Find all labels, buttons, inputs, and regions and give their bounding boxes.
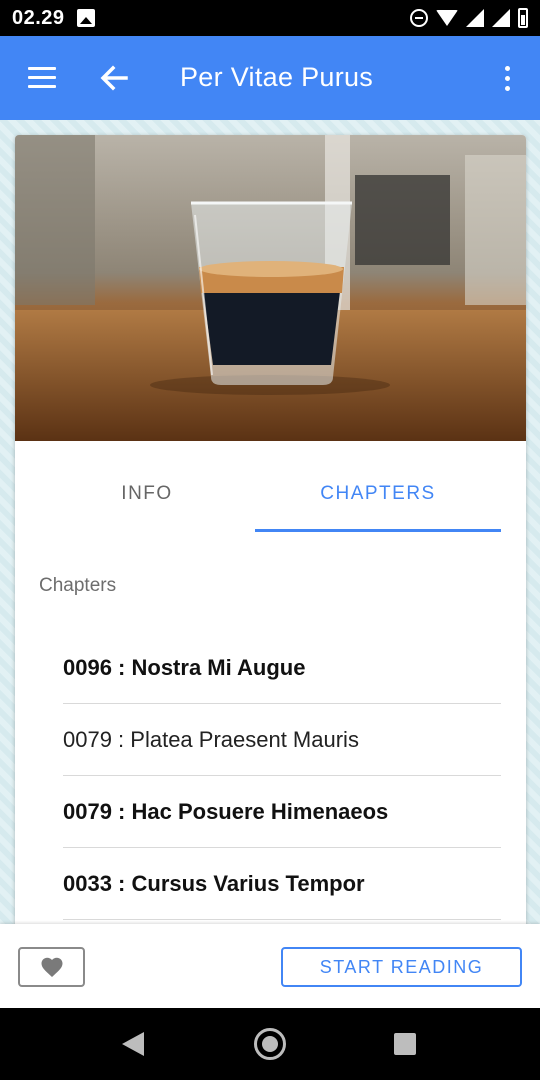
status-icons [410, 8, 528, 28]
nav-recents-icon[interactable] [394, 1033, 416, 1055]
book-cover-image [15, 135, 526, 441]
signal-icon-2 [492, 9, 510, 27]
signal-icon [466, 9, 484, 27]
nav-back-icon[interactable] [122, 1032, 144, 1056]
more-options-icon[interactable] [502, 66, 512, 92]
tab-chapters[interactable]: CHAPTERS [255, 446, 501, 542]
favorite-button[interactable] [18, 947, 85, 987]
chapter-item[interactable]: 0096 : Nostra Mi Augue [63, 632, 501, 704]
image-notification-icon [76, 9, 95, 27]
screen: 02.29 Per Vitae Purus INFO CHAPTERS Chap… [0, 0, 540, 1080]
chapter-item[interactable]: 0079 : Hac Posuere Himenaeos [63, 776, 501, 848]
menu-icon[interactable] [28, 67, 56, 89]
nav-home-icon[interactable] [254, 1028, 286, 1060]
do-not-disturb-icon [410, 9, 428, 27]
chapter-item[interactable]: 0033 : Cursus Varius Tempor [63, 848, 501, 920]
start-reading-button[interactable]: START READING [281, 947, 522, 987]
system-nav-bar [0, 1008, 540, 1080]
section-label: Chapters [39, 575, 117, 596]
battery-icon [518, 8, 528, 28]
wifi-icon [436, 10, 458, 26]
heart-icon [41, 957, 62, 977]
tab-info[interactable]: INFO [31, 446, 263, 542]
tab-active-indicator [255, 529, 501, 532]
status-bar: 02.29 [0, 0, 540, 36]
bottom-action-bar: START READING [0, 924, 540, 1008]
chapter-item[interactable]: 0079 : Platea Praesent Mauris [63, 704, 501, 776]
app-bar: Per Vitae Purus [0, 36, 540, 120]
chapter-list: 0096 : Nostra Mi Augue 0079 : Platea Pra… [63, 632, 501, 920]
page-title: Per Vitae Purus [180, 62, 374, 92]
back-arrow-icon[interactable] [98, 62, 130, 94]
status-time: 02.29 [12, 6, 65, 29]
